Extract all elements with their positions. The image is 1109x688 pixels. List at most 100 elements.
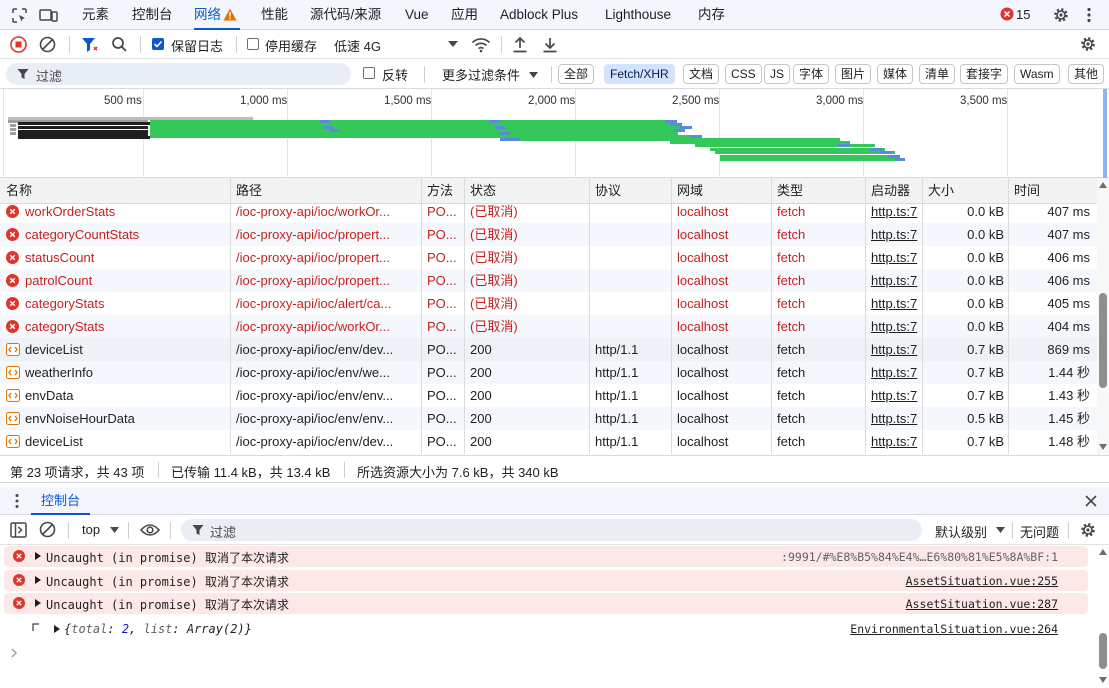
filter-funnel-icon[interactable] [81,37,99,53]
filter-chip-all[interactable]: 全部 [558,64,595,84]
tab-elements[interactable]: 元素 [82,0,109,30]
record-stop-icon[interactable] [10,36,27,53]
console-scrollbar[interactable] [1097,545,1109,688]
column-header-type[interactable]: 类型 [771,178,803,204]
request-name[interactable]: patrolCount [25,269,225,292]
log-levels-dropdown[interactable]: 默认级别 [935,522,987,541]
filter-chip-img[interactable]: 图片 [835,64,872,84]
settings-gear-icon[interactable] [1052,6,1070,24]
tab-vue[interactable]: Vue [405,0,429,30]
request-initiator[interactable]: http.ts:7 [871,338,921,361]
column-header-domain[interactable]: 网域 [671,178,703,204]
table-row[interactable]: categoryStats/ioc-proxy-api/ioc/alert/ca… [0,292,1097,315]
table-scrollbar-thumb[interactable] [1099,293,1107,388]
tab-adblock-plus[interactable]: Adblock Plus [500,0,578,30]
table-row[interactable]: envNoiseHourData/ioc-proxy-api/ioc/env/e… [0,407,1097,430]
tab-memory[interactable]: 内存 [698,0,725,30]
table-scrollbar[interactable] [1097,178,1109,455]
expand-triangle-icon[interactable] [35,599,41,607]
log-levels-caret-icon[interactable] [996,527,1005,533]
table-row[interactable]: categoryCountStats/ioc-proxy-api/ioc/pro… [0,223,1097,246]
overview-handle[interactable] [1103,89,1107,178]
table-row[interactable]: categoryStats/ioc-proxy-api/ioc/workOr..… [0,315,1097,338]
console-log-source[interactable]: EnvironmentalSituation.vue:264 [850,622,1058,636]
request-initiator[interactable]: http.ts:7 [871,430,921,453]
dropdown-caret-icon[interactable] [448,41,458,47]
throttling-select[interactable]: 低速 4G [334,36,381,55]
console-settings-gear-icon[interactable] [1079,521,1097,539]
column-header-status[interactable]: 状态 [464,178,496,204]
close-drawer-icon[interactable] [1084,494,1098,508]
clear-icon[interactable] [39,36,56,53]
device-toolbar-icon[interactable] [39,7,58,24]
error-count[interactable]: 15 [1016,0,1030,30]
filter-chip-font[interactable]: 字体 [793,64,830,84]
tab-lighthouse[interactable]: Lighthouse [605,0,671,30]
request-name[interactable]: envData [25,384,225,407]
inspect-element-icon[interactable] [11,7,28,24]
context-caret-icon[interactable] [110,527,119,533]
network-settings-gear-icon[interactable] [1079,35,1097,53]
console-message-source[interactable]: AssetSituation.vue:255 [906,574,1058,588]
table-row[interactable]: deviceList/ioc-proxy-api/ioc/env/dev... P… [0,430,1097,453]
filter-chip-manifest[interactable]: 清单 [919,64,956,84]
clear-console-icon[interactable] [39,521,56,538]
issues-counter[interactable]: 无问题 [1020,522,1059,541]
table-row[interactable]: envData/ioc-proxy-api/ioc/env/env... PO..… [0,384,1097,407]
request-initiator[interactable]: http.ts:7 [871,361,921,384]
table-row[interactable]: workOrderStats/ioc-proxy-api/ioc/workOr.… [0,204,1097,223]
more-filters-dropdown[interactable]: 更多过滤条件 [442,65,520,84]
show-sidebar-icon[interactable] [10,522,27,538]
filter-chip-media[interactable]: 媒体 [877,64,914,84]
table-row[interactable]: patrolCount/ioc-proxy-api/ioc/propert...… [0,269,1097,292]
request-name[interactable]: workOrderStats [25,204,225,223]
request-initiator[interactable]: http.ts:7 [871,407,921,430]
error-count-icon[interactable] [1000,7,1014,21]
table-row[interactable]: statusCount/ioc-proxy-api/ioc/propert...… [0,246,1097,269]
console-error-message[interactable]: Uncaught (in promise) 取消了本次请求 :9991/#%E8… [4,546,1088,567]
request-name[interactable]: envNoiseHourData [25,407,225,430]
more-filters-caret-icon[interactable] [529,72,538,78]
column-header-size[interactable]: 大小 [922,178,954,204]
column-header-protocol[interactable]: 协议 [589,178,621,204]
console-input[interactable] [26,644,1086,664]
search-icon[interactable] [111,36,128,53]
context-selector[interactable]: top [82,522,100,537]
console-message-source[interactable]: AssetSituation.vue:287 [906,597,1058,611]
drawer-tab-console[interactable]: 控制台 [31,487,91,515]
column-header-time[interactable]: 时间 [1008,178,1040,204]
drawer-menu-icon[interactable] [14,493,20,509]
invert-checkbox[interactable] [363,67,375,79]
column-header-initiator[interactable]: 启动器 [865,178,910,204]
request-name[interactable]: deviceList [25,338,225,361]
console-filter-input[interactable]: 过滤 [181,519,922,541]
network-conditions-wifi-icon[interactable] [471,36,491,53]
request-initiator[interactable]: http.ts:7 [871,292,921,315]
console-error-message[interactable]: Uncaught (in promise) 取消了本次请求 AssetSitua… [4,593,1088,614]
request-name[interactable]: deviceList [25,430,225,453]
request-initiator[interactable]: http.ts:7 [871,223,921,246]
column-header-name[interactable]: 名称 [0,178,32,204]
filter-chip-other[interactable]: 其他 [1068,64,1105,84]
request-name[interactable]: categoryStats [25,292,225,315]
request-initiator[interactable]: http.ts:7 [871,204,921,223]
disable-cache-checkbox[interactable] [247,38,259,50]
request-initiator[interactable]: http.ts:7 [871,269,921,292]
filter-chip-doc[interactable]: 文档 [683,64,720,84]
console-scrollbar-thumb[interactable] [1099,633,1107,669]
column-header-path[interactable]: 路径 [230,178,262,204]
request-name[interactable]: categoryStats [25,315,225,338]
tab-network[interactable]: 网络 [194,0,240,30]
console-message-source[interactable]: :9991/#%E8%B5%84%E4%…E6%80%81%E5%8A%BF:1 [781,550,1058,564]
export-har-download-icon[interactable] [542,36,558,53]
filter-chip-wasm[interactable]: Wasm [1014,64,1060,84]
column-header-method[interactable]: 方法 [421,178,453,204]
tab-sources[interactable]: 源代码/来源 [310,0,381,30]
table-row[interactable]: weatherInfo/ioc-proxy-api/ioc/env/we... P… [0,361,1097,384]
table-row[interactable]: deviceList/ioc-proxy-api/ioc/env/dev... P… [0,338,1097,361]
request-initiator[interactable]: http.ts:7 [871,315,921,338]
filter-chip-fetch-xhr[interactable]: Fetch/XHR [604,64,675,84]
expand-triangle-icon[interactable] [35,576,41,584]
request-name[interactable]: statusCount [25,246,225,269]
request-initiator[interactable]: http.ts:7 [871,384,921,407]
